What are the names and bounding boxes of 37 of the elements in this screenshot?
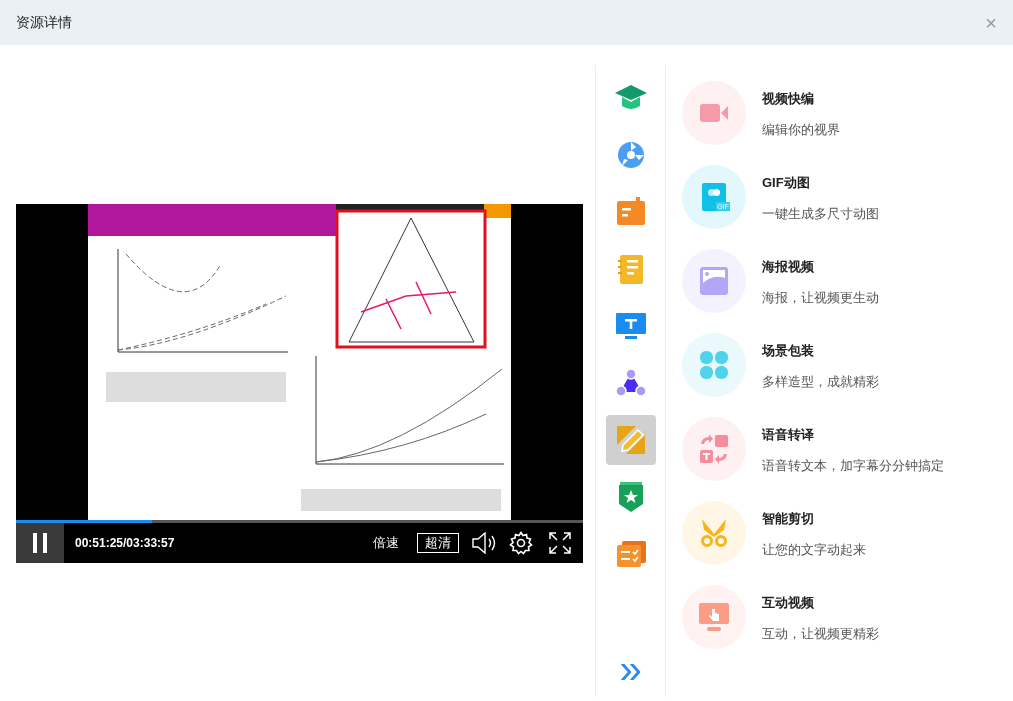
tool-title: 海报视频 xyxy=(762,259,815,275)
settings-icon[interactable] xyxy=(509,530,533,555)
dots-icon xyxy=(708,189,720,196)
tool-description: 编辑你的视界 xyxy=(762,122,840,138)
speed-button[interactable]: 倍速 xyxy=(373,532,399,553)
tool-item[interactable]: 互动视频 互动，让视频更精彩 xyxy=(682,585,1013,669)
tool-description: 让您的文字动起来 xyxy=(762,542,866,558)
time-display: 00:51:25/03:33:57 xyxy=(75,534,175,552)
convert-icon xyxy=(699,434,729,464)
touch-screen-icon xyxy=(698,602,730,632)
tool-description: 语音转文本，加字幕分分钟搞定 xyxy=(762,458,944,474)
window-title: 资源详情 xyxy=(16,13,72,32)
volume-icon[interactable] xyxy=(471,531,497,554)
progress-track[interactable] xyxy=(16,519,583,523)
tool-item[interactable]: 语音转译 语音转文本，加字幕分分钟搞定 xyxy=(682,417,1013,501)
tool-description: 海报，让视频更生动 xyxy=(762,290,879,306)
tool-item[interactable]: 智能剪切 让您的文字动起来 xyxy=(682,501,1013,585)
tool-item[interactable]: 视频快编 编辑你的视界 xyxy=(682,81,1013,165)
image-icon xyxy=(699,266,729,296)
pause-button[interactable] xyxy=(16,522,64,563)
tool-description: 多样造型，成就精彩 xyxy=(762,374,879,390)
fullscreen-icon[interactable] xyxy=(549,531,571,554)
tool-description: 互动，让视频更精彩 xyxy=(762,626,879,642)
tool-title: 语音转译 xyxy=(762,427,815,443)
scissors-icon xyxy=(700,518,728,548)
tool-title: 互动视频 xyxy=(762,595,815,611)
pause-icon xyxy=(33,532,47,553)
video-camera-icon xyxy=(700,102,728,124)
tool-item[interactable]: 场景包装 多样造型，成就精彩 xyxy=(682,333,1013,417)
tool-title: GIF动图 xyxy=(762,175,811,191)
tool-title: 智能剪切 xyxy=(762,511,815,527)
tool-item[interactable]: 海报视频 海报，让视频更生动 xyxy=(682,249,1013,333)
tool-description: 一键生成多尺寸动图 xyxy=(762,206,879,222)
four-petal-icon xyxy=(699,350,729,380)
tool-title: 场景包装 xyxy=(762,343,815,359)
quality-button[interactable]: 超清 xyxy=(417,532,459,553)
tool-title: 视频快编 xyxy=(762,91,815,107)
